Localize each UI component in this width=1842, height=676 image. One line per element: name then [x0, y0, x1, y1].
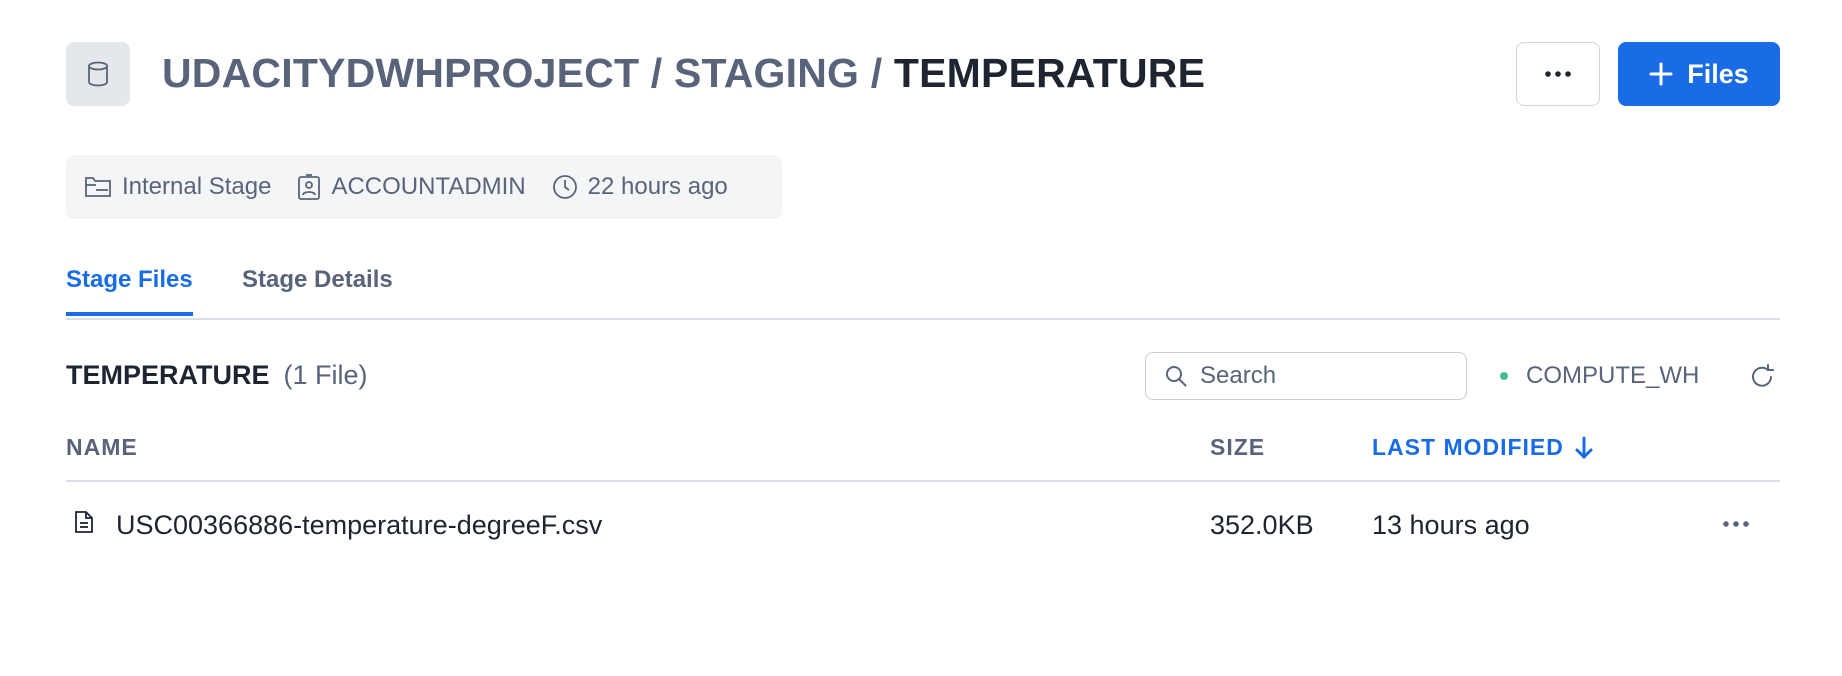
- breadcrumb-separator: /: [639, 50, 674, 96]
- breadcrumb-stage: TEMPERATURE: [893, 50, 1206, 96]
- search-input[interactable]: [1200, 362, 1440, 390]
- stage-created: 22 hours ago: [552, 173, 728, 201]
- file-search-box[interactable]: [1145, 352, 1467, 400]
- warehouse-selector[interactable]: COMPUTE_WH: [1500, 362, 1699, 390]
- warehouse-status-dot: [1500, 372, 1508, 380]
- stage-owner-label: ACCOUNTADMIN: [331, 173, 526, 200]
- stage-type: Internal Stage: [84, 173, 271, 201]
- header-actions: Files: [1516, 42, 1780, 106]
- file-size: 352.0KB: [1210, 510, 1314, 540]
- column-header-last-modified[interactable]: LAST MODIFIED: [1372, 434, 1594, 461]
- files-table: NAME SIZE LAST MODIFIED USC00366886-temp…: [66, 426, 1780, 566]
- arrow-down-icon: [1575, 436, 1593, 458]
- more-actions-button[interactable]: [1516, 42, 1600, 106]
- file-name[interactable]: USC00366886-temperature-degreeF.csv: [116, 510, 602, 541]
- stage-type-label: Internal Stage: [122, 173, 272, 200]
- row-actions-button[interactable]: [1716, 512, 1756, 536]
- stage-tabs: Stage Files Stage Details: [66, 262, 1780, 320]
- refresh-button[interactable]: [1745, 360, 1779, 394]
- ellipsis-icon: [1545, 71, 1571, 77]
- breadcrumb-schema[interactable]: STAGING: [674, 50, 859, 96]
- tab-stage-details[interactable]: Stage Details: [242, 266, 393, 312]
- add-files-button[interactable]: Files: [1618, 42, 1780, 106]
- stage-name: TEMPERATURE: [66, 360, 270, 390]
- clock-icon: [552, 175, 577, 199]
- breadcrumb-separator: /: [859, 50, 894, 96]
- stage-meta-bar: Internal Stage ACCOUNTADMIN 22 hours ago: [66, 155, 782, 219]
- search-icon: [1166, 366, 1187, 387]
- table-header: NAME SIZE LAST MODIFIED: [66, 426, 1780, 482]
- table-row[interactable]: USC00366886-temperature-degreeF.csv 352.…: [66, 482, 1780, 566]
- file-last-modified: 13 hours ago: [1372, 510, 1530, 540]
- breadcrumb: UDACITYDWHPROJECT / STAGING / TEMPERATUR…: [162, 50, 1205, 97]
- page-header: UDACITYDWHPROJECT / STAGING / TEMPERATUR…: [66, 42, 1780, 108]
- column-header-last-modified-label: LAST MODIFIED: [1372, 434, 1564, 460]
- file-count: (1 File): [283, 360, 368, 390]
- stage-created-label: 22 hours ago: [587, 173, 728, 200]
- plus-icon: [1649, 62, 1673, 86]
- column-header-name[interactable]: NAME: [66, 434, 138, 461]
- files-section-title: TEMPERATURE (1 File): [66, 360, 368, 391]
- user-badge-icon: [298, 174, 321, 200]
- ellipsis-icon: [1723, 521, 1749, 527]
- database-icon: [66, 42, 130, 106]
- file-icon: [74, 510, 94, 534]
- folder-stage-icon: [85, 177, 111, 197]
- add-files-label: Files: [1687, 58, 1749, 89]
- tab-stage-files[interactable]: Stage Files: [66, 266, 193, 316]
- breadcrumb-database[interactable]: UDACITYDWHPROJECT: [162, 50, 639, 96]
- stage-owner: ACCOUNTADMIN: [297, 173, 526, 201]
- warehouse-name: COMPUTE_WH: [1526, 362, 1700, 389]
- column-header-size[interactable]: SIZE: [1210, 434, 1265, 461]
- refresh-icon: [1752, 364, 1774, 387]
